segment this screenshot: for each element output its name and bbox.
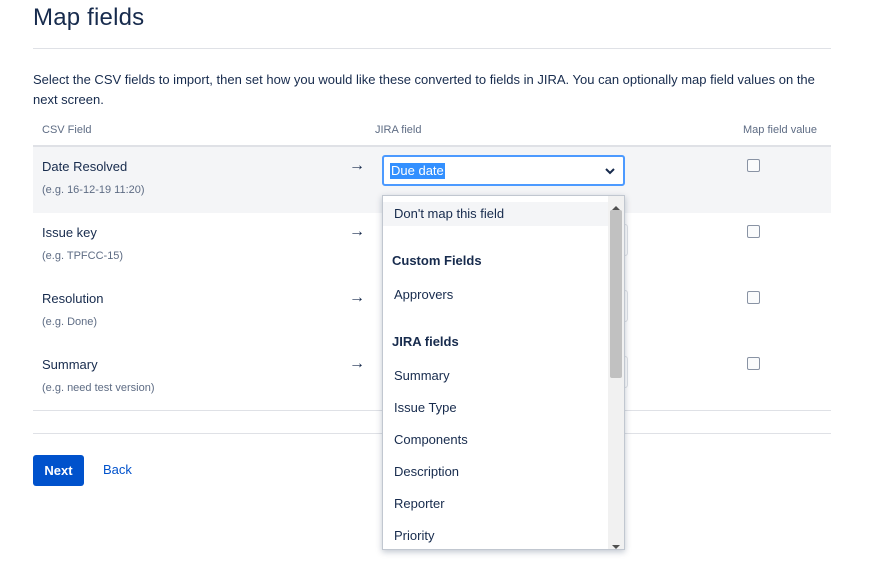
csv-field-example: (e.g. 16-12-19 11:20) bbox=[42, 184, 145, 196]
option-label: Approvers bbox=[394, 287, 454, 302]
dropdown-group-jira-fields: JIRA fields bbox=[392, 334, 459, 349]
dropdown-option[interactable]: Approvers bbox=[383, 283, 609, 307]
col-header-csv-field: CSV Field bbox=[42, 124, 92, 136]
dropdown-option[interactable]: Summary bbox=[383, 364, 609, 388]
jira-field-dropdown[interactable]: Don't map this field Custom Fields Appro… bbox=[382, 195, 625, 550]
map-field-value-checkbox[interactable] bbox=[747, 357, 760, 370]
col-header-jira-field: JIRA field bbox=[375, 124, 422, 136]
csv-field-example: (e.g. Done) bbox=[42, 316, 98, 328]
selected-value: Due date bbox=[390, 163, 445, 179]
intro-text: Select the CSV fields to import, then se… bbox=[33, 72, 815, 107]
option-label: Description bbox=[394, 464, 460, 479]
arrow-icon: → bbox=[349, 157, 365, 174]
csv-field-example: (e.g. need test version) bbox=[42, 382, 155, 394]
title-divider bbox=[33, 48, 831, 49]
csv-field-name: Summary bbox=[42, 357, 98, 372]
map-field-value-checkbox[interactable] bbox=[747, 159, 760, 172]
page-title: Map fields bbox=[33, 4, 145, 31]
chevron-down-icon bbox=[604, 164, 616, 176]
next-button[interactable]: Next bbox=[33, 455, 84, 486]
col-header-map-field-value: Map field value bbox=[743, 124, 817, 136]
arrow-icon: → bbox=[349, 355, 365, 372]
map-field-value-checkbox[interactable] bbox=[747, 225, 760, 238]
jira-field-select-open[interactable]: Due date bbox=[382, 155, 625, 186]
arrow-icon: → bbox=[349, 223, 365, 240]
csv-field-name: Resolution bbox=[42, 291, 104, 306]
dropdown-scrollbar[interactable] bbox=[608, 196, 624, 549]
scrollbar-thumb[interactable] bbox=[610, 210, 622, 378]
dropdown-option[interactable]: Reporter bbox=[383, 492, 609, 516]
dropdown-option[interactable]: Priority bbox=[383, 524, 609, 548]
option-label: Priority bbox=[394, 528, 435, 543]
scroll-down-arrow-icon[interactable] bbox=[611, 538, 621, 549]
dropdown-option[interactable]: Issue Type bbox=[383, 396, 609, 420]
dropdown-option-dont-map[interactable]: Don't map this field bbox=[383, 202, 609, 226]
map-field-value-checkbox[interactable] bbox=[747, 291, 760, 304]
dropdown-option[interactable]: Components bbox=[383, 428, 609, 452]
option-label: Issue Type bbox=[394, 400, 457, 415]
dropdown-option[interactable]: Description bbox=[383, 460, 609, 484]
csv-field-name: Date Resolved bbox=[42, 159, 128, 174]
option-label: Components bbox=[394, 432, 468, 447]
csv-field-example: (e.g. TPFCC-15) bbox=[42, 250, 124, 262]
option-label: Summary bbox=[394, 368, 450, 383]
scroll-up-arrow-icon[interactable] bbox=[611, 199, 621, 210]
csv-field-name: Issue key bbox=[42, 225, 97, 240]
dropdown-group-custom-fields: Custom Fields bbox=[392, 253, 482, 268]
back-link[interactable]: Back bbox=[103, 462, 132, 477]
arrow-icon: → bbox=[349, 289, 365, 306]
option-label: Reporter bbox=[394, 496, 445, 511]
option-label: Don't map this field bbox=[394, 206, 505, 221]
